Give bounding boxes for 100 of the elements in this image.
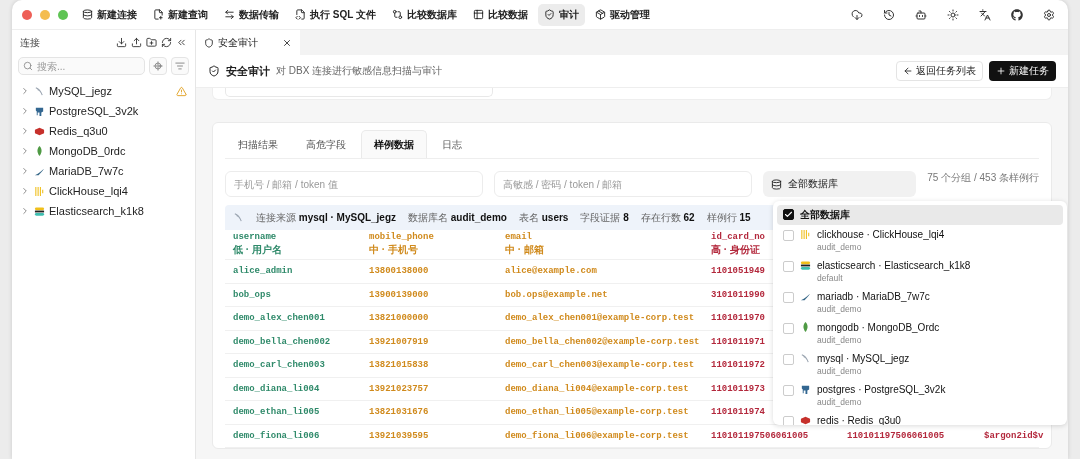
connection-item[interactable]: PostgreSQL_3v2k	[12, 101, 195, 121]
table-cell: 1101011973	[711, 383, 765, 394]
table-cell: demo_fiona_li006@example-corp.test	[505, 430, 689, 441]
connection-item[interactable]: MySQL_jegz	[12, 81, 195, 101]
package-icon	[594, 9, 606, 20]
table-cell: demo_ethan_li005@example-corp.test	[505, 407, 689, 418]
github-icon	[1011, 8, 1023, 21]
info-text: 字段证据 8	[580, 210, 629, 225]
search-field[interactable]: 手机号 / 邮箱 / token 值	[225, 171, 483, 197]
shield-icon	[204, 37, 214, 48]
connection-item[interactable]: ClickHouse_lqi4	[12, 181, 195, 201]
download-icon	[116, 37, 127, 48]
arrow-left-icon	[903, 66, 913, 76]
locate-button[interactable]	[149, 57, 167, 75]
menu-item[interactable]: elasticsearch · Elasticsearch_k1k8 default	[777, 256, 1063, 287]
shield-icon	[208, 65, 220, 77]
table-cell: 1101011974	[711, 407, 765, 418]
menu-item-label: mongodb · MongoDB_Ordc	[817, 322, 940, 333]
checkbox[interactable]	[783, 209, 794, 220]
info-text: 存在行数 62	[640, 210, 695, 225]
connection-name: MariaDB_7w7c	[49, 165, 125, 177]
toolbar-button[interactable]: 比较数据	[466, 3, 534, 26]
table-cell: 13921007919	[369, 336, 429, 347]
table-cell: 1101011971	[711, 336, 765, 347]
connection-item[interactable]: MongoDB_0rdc	[12, 141, 195, 161]
menu-item-subtitle: audit_demo	[817, 242, 863, 252]
sidebar-icon-button[interactable]	[114, 35, 129, 50]
table-cell: 13821015838	[369, 360, 429, 371]
page-subtitle: 对 DBX 连接进行敏感信息扫描与审计	[276, 64, 444, 78]
menu-item-subtitle: audit_demo	[817, 397, 863, 407]
sidebar-icon-button[interactable]	[159, 35, 174, 50]
menu-item-label: mysql · MySQL_jegz	[817, 353, 910, 364]
tab[interactable]: 日志	[429, 130, 475, 158]
toolbar-button[interactable]: 执行 SQL 文件	[289, 3, 382, 26]
connection-name: PostgreSQL_3v2k	[49, 105, 140, 117]
search-field[interactable]: 搜索...	[18, 57, 145, 75]
table-cell: demo_alex_chen001	[233, 313, 325, 324]
connection-name: Redis_q3u0	[49, 125, 109, 137]
table-cell: demo_bella_chen002	[233, 336, 331, 347]
table-cell: demo_fiona_li006	[233, 430, 320, 441]
menu-item[interactable]: postgres · PostgreSQL_3v2k audit_demo	[777, 380, 1063, 411]
upload-icon	[131, 37, 142, 48]
connection-name: MySQL_jegz	[49, 85, 113, 97]
sidebar-icon-button[interactable]	[144, 35, 159, 50]
menu-item[interactable]: 全部数据库	[777, 205, 1063, 225]
connection-name: MongoDB_0rdc	[49, 145, 127, 157]
sidebar-icon-button[interactable]	[129, 35, 144, 50]
connection-item[interactable]: Elasticsearch_k1k8	[12, 201, 195, 221]
search-icon	[23, 61, 33, 71]
leaf-icon	[800, 322, 811, 333]
connection-item[interactable]: Redis_q3u0	[12, 121, 195, 141]
toolbar-button[interactable]: 比较数据库	[385, 3, 463, 26]
info-text: 连接来源 mysql · MySQL_jegz	[256, 210, 397, 225]
menu-item[interactable]: clickhouse · ClickHouse_lqi4 audit_demo	[777, 225, 1063, 256]
table-cell: alice_admin	[233, 266, 293, 277]
leaf-icon	[34, 145, 45, 157]
document-tab-label: 安全审计	[218, 35, 259, 50]
menu-item-label: elasticsearch · Elasticsearch_k1k8	[817, 260, 971, 271]
tab[interactable]: 扫描结果	[225, 130, 291, 158]
history-icon	[883, 8, 895, 21]
column-header: mobile_phone 中 · 手机号	[369, 232, 434, 257]
document-tab[interactable]: 安全审计	[196, 30, 300, 55]
table-cell: demo_carl_chen003	[233, 360, 325, 371]
menu-item-label: postgres · PostgreSQL_3v2k	[817, 384, 946, 395]
info-text: 表名 users	[518, 210, 569, 225]
menu-item-subtitle: audit_demo	[817, 304, 863, 314]
new-task-button[interactable]: 新建任务	[989, 61, 1056, 81]
close-window-button[interactable]	[22, 9, 32, 20]
table-cell: 13821000000	[369, 313, 429, 324]
menu-item-label: clickhouse · ClickHouse_lqi4	[817, 229, 945, 240]
table-cell: $argon2id$v	[984, 430, 1044, 441]
table-cell: demo_carl_chen003@example-corp.test	[505, 360, 695, 371]
table-cell: 1101051949	[711, 266, 765, 277]
connection-name: ClickHouse_lqi4	[49, 185, 129, 197]
file-plus-icon	[153, 9, 164, 20]
plus-icon	[996, 66, 1006, 76]
menu-item[interactable]: mariadb · MariaDB_7w7c audit_demo	[777, 287, 1063, 318]
toolbar-button[interactable]: 驱动管理	[588, 3, 656, 26]
tab[interactable]: 高危字段	[293, 130, 359, 158]
search-field[interactable]: 高敏感 / 密码 / token / 邮箱	[493, 171, 752, 197]
connection-item[interactable]: MariaDB_7w7c	[12, 161, 195, 181]
refresh-icon	[161, 37, 172, 48]
summary-text: 75 个分组 / 453 条样例行	[927, 171, 1039, 185]
toolbar-button[interactable]: 新建查询	[147, 3, 214, 26]
page-title: 安全审计	[226, 63, 270, 79]
toolbar-button[interactable]: 数据传输	[218, 3, 285, 26]
table-cell: 3101011990	[711, 289, 765, 300]
menu-item[interactable]: mongodb · MongoDB_Ordc audit_demo	[777, 318, 1063, 349]
toolbar-button[interactable]: 审计	[537, 3, 585, 26]
table-cell: demo_diana_li004@example-corp.test	[505, 383, 689, 394]
tab[interactable]: 样例数据	[361, 130, 427, 158]
back-button[interactable]: 返回任务列表	[896, 61, 983, 81]
toolbar-button[interactable]: 新建连接	[76, 3, 143, 26]
close-icon[interactable]	[282, 37, 292, 48]
shield-icon	[543, 9, 555, 20]
database-select[interactable]: 全部数据库	[762, 171, 917, 197]
table-cell: 1101011970	[711, 313, 765, 324]
menu-item-subtitle: default	[817, 273, 844, 283]
menu-item[interactable]: mysql · MySQL_jegz audit_demo	[777, 349, 1063, 380]
menu-item-label: 全部数据库	[800, 208, 850, 222]
